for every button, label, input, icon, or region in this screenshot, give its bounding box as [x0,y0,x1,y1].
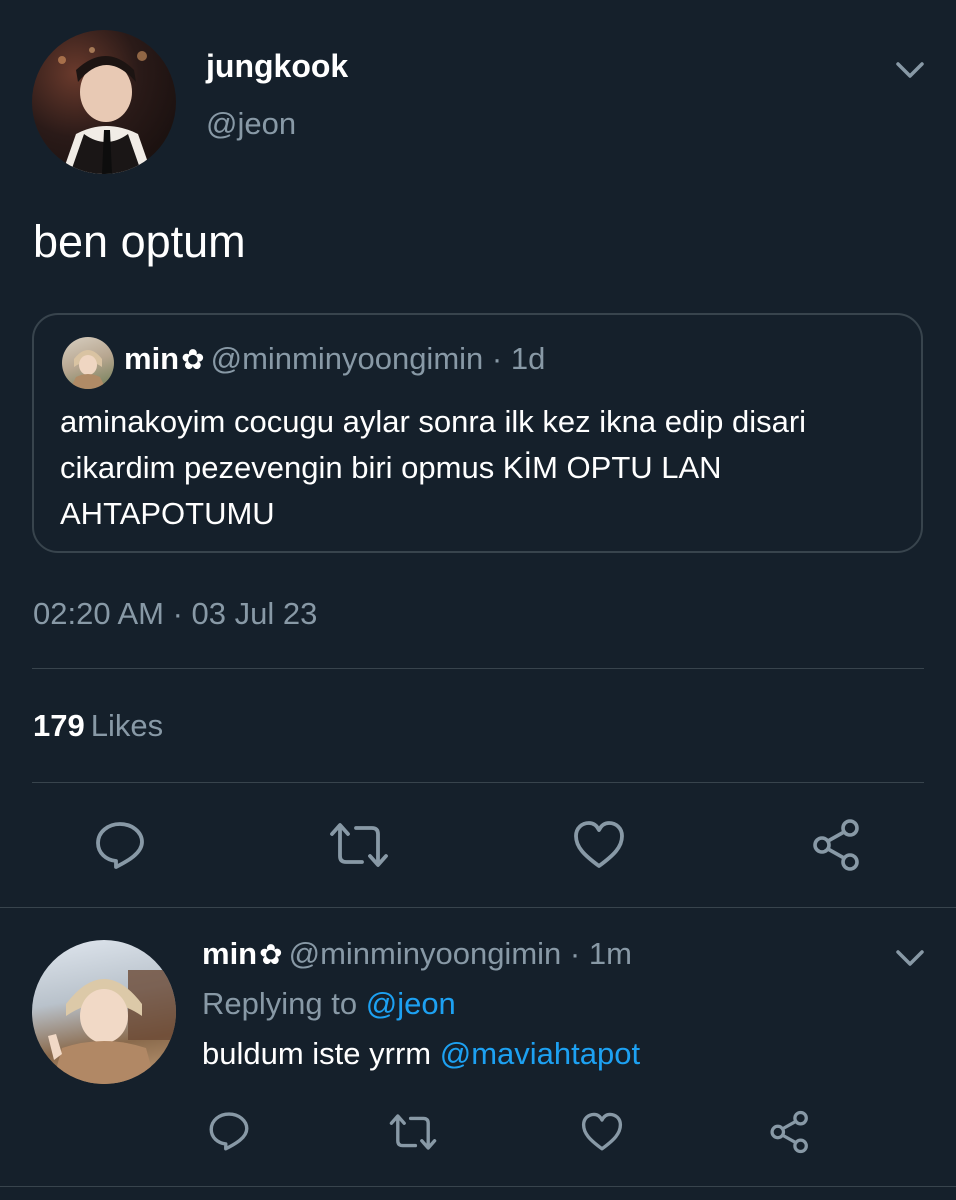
divider [0,1186,956,1187]
divider [32,782,924,783]
quoted-author-name: min [124,341,180,376]
flower-emoji: ✿ [259,939,283,970]
quoted-tweet-text: aminakoyim cocugu aylar sonra ilk kez ik… [60,404,807,531]
replying-to: Replying to @jeon [202,986,456,1022]
reply-text-content: buldum iste yrrm [202,1036,432,1071]
separator-dot: · [569,936,581,971]
likes-count: 179 [33,708,85,743]
divider [32,668,924,669]
mention-link[interactable]: @maviahtapot [440,1036,640,1071]
share-icon[interactable] [810,818,864,872]
tweet-timestamp: 02:20 AM · 03 Jul 23 [33,596,318,631]
replying-to-label: Replying to [202,986,358,1021]
retweet-icon[interactable] [388,1112,438,1152]
reply-header: min✿ @minminyoongimin · 1m [202,936,632,972]
chevron-down-icon[interactable] [892,944,928,972]
quoted-tweet-header: min✿ @minminyoongimin · 1d [124,341,545,377]
reply-author-handle[interactable]: @minminyoongimin [289,936,562,971]
tweet-detail-screen: jungkook @jeon ben optum min✿ @minminyoon… [0,0,956,1200]
chevron-down-icon[interactable] [892,56,928,84]
quoted-tweet-time: 1d [510,341,546,376]
reply-author-name[interactable]: min [202,936,257,971]
heart-icon[interactable] [572,820,626,870]
replying-to-handle-link[interactable]: @jeon [366,986,456,1021]
flower-emoji: ✿ [181,344,205,375]
author-name[interactable]: jungkook [206,48,348,85]
share-icon[interactable] [768,1110,812,1154]
author-handle[interactable]: @jeon [206,106,296,142]
reply-icon[interactable] [94,819,146,871]
avatar-photo [48,970,176,1084]
reply-time: 1m [588,936,632,971]
avatar-photo [58,47,152,174]
quoted-author-avatar [62,337,114,389]
reply-author-avatar[interactable] [32,940,176,1084]
reply-text: buldum iste yrrm @maviahtapot [202,1036,640,1072]
separator-dot: · [491,341,503,376]
quoted-tweet-card[interactable]: min✿ @minminyoongimin · 1d aminakoyim coc… [32,313,923,553]
author-avatar[interactable] [32,30,176,174]
retweet-icon[interactable] [328,820,390,870]
quoted-author-handle: @minminyoongimin [210,341,484,376]
avatar-photo [70,350,106,389]
reply-icon[interactable] [208,1110,250,1152]
likes-label: Likes [90,708,164,743]
divider [0,907,956,908]
tweet-text: ben optum [33,216,246,267]
likes-stat[interactable]: 179 Likes [33,708,163,744]
heart-icon[interactable] [580,1112,624,1152]
